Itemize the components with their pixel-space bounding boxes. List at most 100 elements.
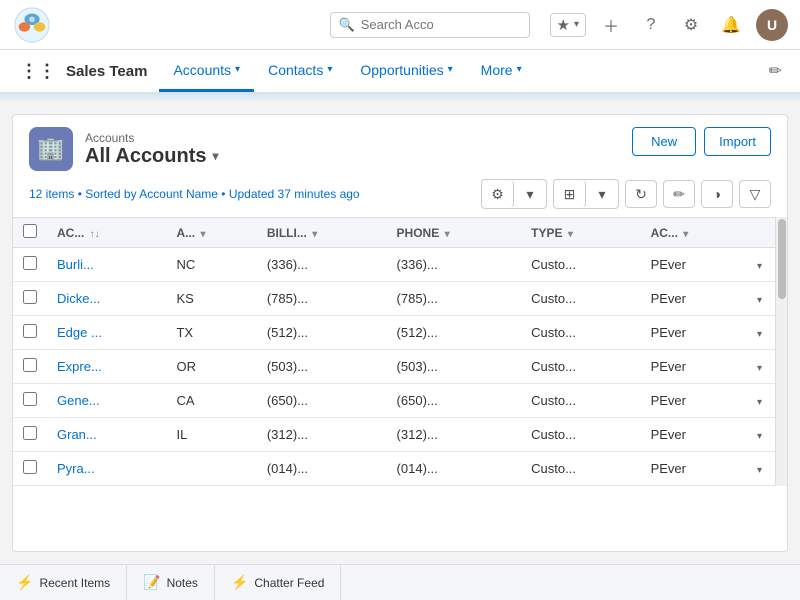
- address-cell: [166, 452, 256, 486]
- billing-cell: (512)...: [257, 316, 387, 350]
- account-name-link[interactable]: Burli...: [57, 257, 94, 272]
- object-title-chevron[interactable]: ▾: [213, 149, 219, 163]
- account-name-link[interactable]: Pyra...: [57, 461, 95, 476]
- import-button[interactable]: Import: [704, 127, 771, 156]
- col-account-name[interactable]: AC... ↑↓: [47, 218, 166, 248]
- item-count: 12 items: [29, 187, 74, 201]
- user-avatar[interactable]: U: [756, 9, 788, 41]
- notes-label: Notes: [167, 576, 198, 590]
- chatter-feed-button[interactable]: ⚡ Chatter Feed: [215, 565, 341, 600]
- billing-cell: (785)...: [257, 282, 387, 316]
- row-dropdown-button[interactable]: ▾: [757, 363, 762, 374]
- select-all-checkbox[interactable]: [23, 224, 37, 238]
- object-title-section: 🏢 Accounts All Accounts ▾: [29, 127, 219, 171]
- col-phone[interactable]: PHONE ▾: [387, 218, 522, 248]
- settings-button[interactable]: ⚙: [676, 10, 706, 40]
- row-action-cell: ▾: [747, 248, 775, 282]
- row-dropdown-button[interactable]: ▾: [757, 295, 762, 306]
- favorites-button[interactable]: ★ ▾: [550, 13, 586, 37]
- row-checkbox[interactable]: [23, 460, 37, 474]
- nav-item-opportunities[interactable]: Opportunities ▾: [346, 50, 466, 92]
- table-body: Burli... NC (336)... (336)... Custo... P…: [13, 248, 775, 486]
- scrollbar-thumb[interactable]: [778, 219, 786, 299]
- col-owner[interactable]: AC... ▾: [641, 218, 747, 248]
- address-cell: CA: [166, 384, 256, 418]
- table-header-row: AC... ↑↓ A... ▾ BILLI... ▾ PHONE ▾ TYPE: [13, 218, 775, 248]
- chatter-feed-icon: ⚡: [231, 574, 248, 591]
- settings-chevron[interactable]: ▾: [514, 180, 546, 208]
- refresh-button[interactable]: ↻: [625, 180, 657, 208]
- col-billing[interactable]: BILLI... ▾: [257, 218, 387, 248]
- row-dropdown-button[interactable]: ▾: [757, 431, 762, 442]
- phone-cell: (336)...: [387, 248, 522, 282]
- owner-cell: PEver: [641, 350, 747, 384]
- object-icon: 🏢: [29, 127, 73, 171]
- account-name-link[interactable]: Edge ...: [57, 325, 102, 340]
- main-navigation: ⋮⋮ Sales Team Accounts ▾ Contacts ▾ Oppo…: [0, 50, 800, 94]
- nav-item-accounts[interactable]: Accounts ▾: [159, 50, 254, 92]
- billing-cell: (503)...: [257, 350, 387, 384]
- table-row: Gran... IL (312)... (312)... Custo... PE…: [13, 418, 775, 452]
- object-title-text: All Accounts: [85, 145, 207, 168]
- search-bar[interactable]: 🔍: [330, 12, 530, 38]
- scrollbar[interactable]: [775, 217, 787, 486]
- row-checkbox[interactable]: [23, 392, 37, 406]
- account-name-cell: Pyra...: [47, 452, 166, 486]
- sort-icons: ↑↓: [90, 229, 100, 240]
- row-action-cell: ▾: [747, 384, 775, 418]
- object-name: All Accounts ▾: [85, 145, 219, 168]
- account-name-link[interactable]: Dicke...: [57, 291, 100, 306]
- col-address[interactable]: A... ▾: [166, 218, 256, 248]
- app-logo: [12, 5, 52, 45]
- edit-button[interactable]: ✏: [663, 180, 695, 208]
- row-dropdown-button[interactable]: ▾: [757, 465, 762, 476]
- list-info: 12 items • Sorted by Account Name • Upda…: [29, 187, 475, 201]
- col-type[interactable]: TYPE ▾: [521, 218, 640, 248]
- filter-button[interactable]: ▽: [739, 180, 771, 208]
- accounts-table: AC... ↑↓ A... ▾ BILLI... ▾ PHONE ▾ TYPE: [13, 217, 775, 486]
- row-checkbox[interactable]: [23, 256, 37, 270]
- row-dropdown-button[interactable]: ▾: [757, 261, 762, 272]
- nav-opportunities-label: Opportunities: [360, 62, 443, 78]
- sep2: •: [218, 187, 229, 201]
- notes-button[interactable]: 📝 Notes: [127, 565, 215, 600]
- row-checkbox[interactable]: [23, 426, 37, 440]
- row-checkbox[interactable]: [23, 358, 37, 372]
- add-button[interactable]: ＋: [596, 10, 626, 40]
- billing-cell: (336)...: [257, 248, 387, 282]
- row-action-cell: ▾: [747, 316, 775, 350]
- view-chevron[interactable]: ▾: [586, 180, 618, 208]
- help-button[interactable]: ?: [636, 10, 666, 40]
- owner-cell: PEver: [641, 384, 747, 418]
- nav-edit-button[interactable]: ✏: [759, 50, 792, 92]
- recent-items-icon: ⚡: [16, 574, 33, 591]
- type-cell: Custo...: [521, 418, 640, 452]
- list-settings-button[interactable]: ⚙: [482, 180, 514, 208]
- account-name-link[interactable]: Gran...: [57, 427, 97, 442]
- row-checkbox[interactable]: [23, 324, 37, 338]
- nav-item-contacts[interactable]: Contacts ▾: [254, 50, 346, 92]
- owner-cell: PEver: [641, 316, 747, 350]
- row-dropdown-button[interactable]: ▾: [757, 329, 762, 340]
- account-name-link[interactable]: Expre...: [57, 359, 102, 374]
- new-button[interactable]: New: [632, 127, 696, 156]
- notifications-button[interactable]: 🔔: [716, 10, 746, 40]
- gradient-divider: [0, 94, 800, 102]
- list-controls: 12 items • Sorted by Account Name • Upda…: [13, 171, 787, 217]
- chatter-feed-label: Chatter Feed: [254, 576, 324, 590]
- account-name-link[interactable]: Gene...: [57, 393, 100, 408]
- phone-cell: (014)...: [387, 452, 522, 486]
- billing-cell: (312)...: [257, 418, 387, 452]
- row-action-cell: ▾: [747, 418, 775, 452]
- grid-view-button[interactable]: ⊞: [554, 180, 586, 208]
- type-cell: Custo...: [521, 316, 640, 350]
- bottom-bar: ⚡ Recent Items 📝 Notes ⚡ Chatter Feed: [0, 564, 800, 600]
- row-dropdown-button[interactable]: ▾: [757, 397, 762, 408]
- accounts-chevron: ▾: [235, 64, 240, 75]
- nav-item-more[interactable]: More ▾: [467, 50, 536, 92]
- recent-items-button[interactable]: ⚡ Recent Items: [0, 565, 127, 600]
- search-input[interactable]: [361, 17, 521, 32]
- chart-button[interactable]: ◑: [701, 180, 733, 208]
- row-checkbox[interactable]: [23, 290, 37, 304]
- owner-cell: PEver: [641, 418, 747, 452]
